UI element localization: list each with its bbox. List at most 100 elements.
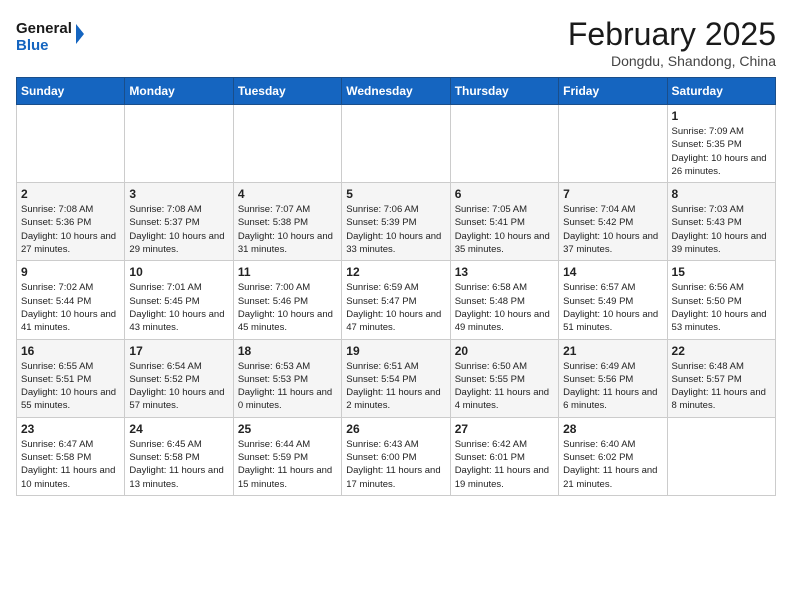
calendar-cell: 4 Sunrise: 7:07 AM Sunset: 5:38 PM Daylig… (233, 183, 341, 261)
calendar-cell: 6Sunrise: 7:05 AM Sunset: 5:41 PM Daylig… (450, 183, 558, 261)
calendar-cell: 14 Sunrise: 6:57 AM Sunset: 5:49 PM Dayli… (559, 261, 667, 339)
calendar-cell: 24 Sunrise: 6:45 AM Sunset: 5:58 PM Dayli… (125, 417, 233, 495)
day-number: 18 (238, 344, 337, 358)
day-number: 15 (672, 265, 771, 279)
calendar-cell (233, 105, 341, 183)
page-header: GeneralBlue February 2025 Dongdu, Shando… (16, 16, 776, 69)
day-number: 16 (21, 344, 120, 358)
day-number: 17 (129, 344, 228, 358)
calendar-week-5: 23 Sunrise: 6:47 AM Sunset: 5:58 PM Dayli… (17, 417, 776, 495)
calendar-cell: 23 Sunrise: 6:47 AM Sunset: 5:58 PM Dayli… (17, 417, 125, 495)
day-number: 3 (129, 187, 228, 201)
calendar-cell: 8Sunrise: 7:03 AM Sunset: 5:43 PM Daylig… (667, 183, 775, 261)
day-number: 4 (238, 187, 337, 201)
calendar-cell: 1 Sunrise: 7:09 AM Sunset: 5:35 PM Daylig… (667, 105, 775, 183)
calendar-cell: 19 Sunrise: 6:51 AM Sunset: 5:54 PM Dayli… (342, 339, 450, 417)
day-info: Sunrise: 7:00 AM Sunset: 5:46 PM Dayligh… (238, 281, 337, 334)
day-number: 19 (346, 344, 445, 358)
weekday-header-monday: Monday (125, 78, 233, 105)
day-info: Sunrise: 6:50 AM Sunset: 5:55 PM Dayligh… (455, 360, 554, 413)
day-info: Sunrise: 6:45 AM Sunset: 5:58 PM Dayligh… (129, 438, 228, 491)
calendar-cell (125, 105, 233, 183)
day-number: 12 (346, 265, 445, 279)
day-info: Sunrise: 7:04 AM Sunset: 5:42 PM Dayligh… (563, 203, 662, 256)
day-info: Sunrise: 6:49 AM Sunset: 5:56 PM Dayligh… (563, 360, 662, 413)
calendar-cell: 5 Sunrise: 7:06 AM Sunset: 5:39 PM Daylig… (342, 183, 450, 261)
calendar-cell (450, 105, 558, 183)
day-info: Sunrise: 7:07 AM Sunset: 5:38 PM Dayligh… (238, 203, 337, 256)
calendar-cell: 9 Sunrise: 7:02 AM Sunset: 5:44 PM Daylig… (17, 261, 125, 339)
day-number: 9 (21, 265, 120, 279)
calendar-cell (667, 417, 775, 495)
weekday-header-wednesday: Wednesday (342, 78, 450, 105)
weekday-header-row: SundayMondayTuesdayWednesdayThursdayFrid… (17, 78, 776, 105)
day-info: Sunrise: 7:01 AM Sunset: 5:45 PM Dayligh… (129, 281, 228, 334)
day-info: Sunrise: 7:09 AM Sunset: 5:35 PM Dayligh… (672, 125, 771, 178)
day-number: 20 (455, 344, 554, 358)
day-number: 25 (238, 422, 337, 436)
day-info: Sunrise: 6:51 AM Sunset: 5:54 PM Dayligh… (346, 360, 445, 413)
logo-svg: GeneralBlue (16, 16, 86, 56)
calendar-cell: 10 Sunrise: 7:01 AM Sunset: 5:45 PM Dayli… (125, 261, 233, 339)
day-number: 10 (129, 265, 228, 279)
day-number: 8 (672, 187, 771, 201)
day-info: Sunrise: 6:56 AM Sunset: 5:50 PM Dayligh… (672, 281, 771, 334)
day-number: 1 (672, 109, 771, 123)
logo: GeneralBlue (16, 16, 86, 56)
day-info: Sunrise: 6:57 AM Sunset: 5:49 PM Dayligh… (563, 281, 662, 334)
day-number: 28 (563, 422, 662, 436)
day-info: Sunrise: 6:48 AM Sunset: 5:57 PM Dayligh… (672, 360, 771, 413)
day-number: 21 (563, 344, 662, 358)
day-info: Sunrise: 6:54 AM Sunset: 5:52 PM Dayligh… (129, 360, 228, 413)
day-number: 13 (455, 265, 554, 279)
day-info: Sunrise: 6:47 AM Sunset: 5:58 PM Dayligh… (21, 438, 120, 491)
month-title: February 2025 (568, 16, 776, 53)
calendar-cell: 27 Sunrise: 6:42 AM Sunset: 6:01 PM Dayli… (450, 417, 558, 495)
day-number: 2 (21, 187, 120, 201)
calendar-cell: 26Sunrise: 6:43 AM Sunset: 6:00 PM Dayli… (342, 417, 450, 495)
day-info: Sunrise: 6:55 AM Sunset: 5:51 PM Dayligh… (21, 360, 120, 413)
day-info: Sunrise: 7:02 AM Sunset: 5:44 PM Dayligh… (21, 281, 120, 334)
day-number: 5 (346, 187, 445, 201)
calendar-cell: 16 Sunrise: 6:55 AM Sunset: 5:51 PM Dayli… (17, 339, 125, 417)
calendar-table: SundayMondayTuesdayWednesdayThursdayFrid… (16, 77, 776, 496)
day-info: Sunrise: 7:06 AM Sunset: 5:39 PM Dayligh… (346, 203, 445, 256)
calendar-cell (342, 105, 450, 183)
weekday-header-saturday: Saturday (667, 78, 775, 105)
day-info: Sunrise: 6:53 AM Sunset: 5:53 PM Dayligh… (238, 360, 337, 413)
calendar-cell: 7Sunrise: 7:04 AM Sunset: 5:42 PM Daylig… (559, 183, 667, 261)
calendar-cell: 22 Sunrise: 6:48 AM Sunset: 5:57 PM Dayli… (667, 339, 775, 417)
calendar-cell: 11 Sunrise: 7:00 AM Sunset: 5:46 PM Dayli… (233, 261, 341, 339)
day-number: 27 (455, 422, 554, 436)
day-number: 6 (455, 187, 554, 201)
day-number: 22 (672, 344, 771, 358)
calendar-cell: 28 Sunrise: 6:40 AM Sunset: 6:02 PM Dayli… (559, 417, 667, 495)
calendar-cell: 13 Sunrise: 6:58 AM Sunset: 5:48 PM Dayli… (450, 261, 558, 339)
day-info: Sunrise: 7:08 AM Sunset: 5:37 PM Dayligh… (129, 203, 228, 256)
calendar-week-2: 2 Sunrise: 7:08 AM Sunset: 5:36 PM Daylig… (17, 183, 776, 261)
calendar-week-3: 9 Sunrise: 7:02 AM Sunset: 5:44 PM Daylig… (17, 261, 776, 339)
day-number: 11 (238, 265, 337, 279)
svg-text:Blue: Blue (16, 37, 49, 54)
calendar-cell: 25 Sunrise: 6:44 AM Sunset: 5:59 PM Dayli… (233, 417, 341, 495)
day-info: Sunrise: 7:08 AM Sunset: 5:36 PM Dayligh… (21, 203, 120, 256)
calendar-cell (17, 105, 125, 183)
calendar-cell: 15 Sunrise: 6:56 AM Sunset: 5:50 PM Dayli… (667, 261, 775, 339)
calendar-cell (559, 105, 667, 183)
calendar-cell: 21 Sunrise: 6:49 AM Sunset: 5:56 PM Dayli… (559, 339, 667, 417)
day-info: Sunrise: 6:42 AM Sunset: 6:01 PM Dayligh… (455, 438, 554, 491)
calendar-cell: 2 Sunrise: 7:08 AM Sunset: 5:36 PM Daylig… (17, 183, 125, 261)
day-info: Sunrise: 6:43 AM Sunset: 6:00 PM Dayligh… (346, 438, 445, 491)
day-info: Sunrise: 6:58 AM Sunset: 5:48 PM Dayligh… (455, 281, 554, 334)
day-info: Sunrise: 6:59 AM Sunset: 5:47 PM Dayligh… (346, 281, 445, 334)
weekday-header-tuesday: Tuesday (233, 78, 341, 105)
calendar-cell: 17 Sunrise: 6:54 AM Sunset: 5:52 PM Dayli… (125, 339, 233, 417)
calendar-cell: 20 Sunrise: 6:50 AM Sunset: 5:55 PM Dayli… (450, 339, 558, 417)
day-info: Sunrise: 6:44 AM Sunset: 5:59 PM Dayligh… (238, 438, 337, 491)
day-number: 24 (129, 422, 228, 436)
calendar-cell: 3 Sunrise: 7:08 AM Sunset: 5:37 PM Daylig… (125, 183, 233, 261)
svg-text:General: General (16, 20, 72, 37)
day-number: 14 (563, 265, 662, 279)
day-number: 23 (21, 422, 120, 436)
day-info: Sunrise: 6:40 AM Sunset: 6:02 PM Dayligh… (563, 438, 662, 491)
